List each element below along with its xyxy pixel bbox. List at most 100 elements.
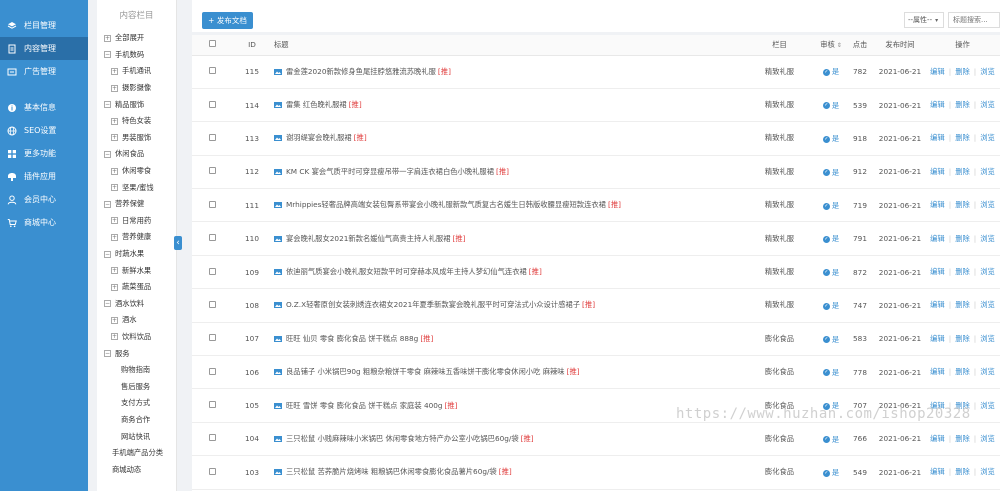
tree-item[interactable]: 手机端产品分类: [97, 445, 176, 462]
row-audit[interactable]: ✓ 是: [817, 255, 845, 290]
tree-item[interactable]: + 摄影摄像: [97, 80, 176, 97]
row-checkbox[interactable]: [192, 355, 232, 390]
collapse-icon[interactable]: −: [104, 250, 111, 258]
tree-item[interactable]: − 服务: [97, 345, 176, 362]
view-link[interactable]: 浏览: [980, 267, 995, 276]
nav-item-2[interactable]: 广告管理: [0, 60, 88, 83]
edit-link[interactable]: 编辑: [930, 434, 945, 443]
edit-link[interactable]: 编辑: [930, 467, 945, 476]
row-title-text[interactable]: 旺旺 雪饼 零食 膨化食品 饼干糕点 家庭装 400g: [286, 401, 443, 410]
delete-link[interactable]: 删除: [955, 167, 970, 176]
row-title[interactable]: 雷金莲2020新款修身鱼尾挂脖悠雅流苏晚礼服 [推]: [272, 55, 742, 89]
expand-icon[interactable]: +: [111, 233, 118, 241]
row-audit[interactable]: ✓ 是: [817, 221, 845, 256]
expand-icon[interactable]: +: [111, 283, 118, 291]
expand-icon[interactable]: +: [111, 316, 118, 324]
tree-item[interactable]: + 坚果/蜜饯: [97, 179, 176, 196]
tree-item[interactable]: − 手机数码: [97, 47, 176, 64]
row-title[interactable]: 三只松鼠 苦荞脆片烧烤味 粗粮锅巴休闲零食膨化食品薯片60g/袋 [推]: [272, 455, 742, 490]
row-title[interactable]: 依迪丽气质宴会小晚礼服女短款平时可穿赫本风成年主持人梦幻仙气连衣裙 [推]: [272, 255, 742, 290]
nav-item-5[interactable]: 更多功能: [0, 142, 88, 165]
view-link[interactable]: 浏览: [980, 401, 995, 410]
tree-item[interactable]: + 特色女装: [97, 113, 176, 130]
tree-item[interactable]: + 酒水: [97, 312, 176, 329]
view-link[interactable]: 浏览: [980, 300, 995, 309]
view-link[interactable]: 浏览: [980, 67, 995, 76]
row-checkbox[interactable]: [192, 88, 232, 123]
tree-item[interactable]: 支付方式: [97, 395, 176, 412]
row-title-text[interactable]: 三只松鼠 苦荞脆片烧烤味 粗粮锅巴休闲零食膨化食品薯片60g/袋: [286, 467, 497, 476]
row-title-text[interactable]: 良品铺子 小米锅巴90g 粗粮杂粮饼干零食 麻辣味五香味饼干膨化零食休闲小吃 麻…: [286, 367, 565, 376]
edit-link[interactable]: 编辑: [930, 67, 945, 76]
tree-item[interactable]: + 新鲜水果: [97, 262, 176, 279]
row-checkbox[interactable]: [192, 422, 232, 457]
expand-icon[interactable]: +: [111, 333, 118, 341]
tree-item[interactable]: − 营养保健: [97, 196, 176, 213]
edit-link[interactable]: 编辑: [930, 401, 945, 410]
row-title[interactable]: 谢羽缇宴会晚礼服裙 [推]: [272, 121, 742, 156]
tree-item[interactable]: 售后服务: [97, 378, 176, 395]
collapse-icon[interactable]: −: [104, 101, 111, 109]
header-audit[interactable]: 审核 ⇕: [817, 35, 845, 56]
expand-icon[interactable]: +: [104, 34, 111, 42]
tree-item[interactable]: + 手机通讯: [97, 63, 176, 80]
edit-link[interactable]: 编辑: [930, 234, 945, 243]
expand-icon[interactable]: +: [111, 217, 118, 225]
row-title[interactable]: 旺旺 雪饼 零食 膨化食品 饼干糕点 家庭装 400g [推]: [272, 388, 742, 423]
view-link[interactable]: 浏览: [980, 367, 995, 376]
view-link[interactable]: 浏览: [980, 100, 995, 109]
title-search-input[interactable]: [948, 12, 1000, 28]
row-title-text[interactable]: KM CK 宴会气质平时可穿显瘦吊带一字肩连衣裙白色小晚礼服裙: [286, 167, 494, 176]
row-title-text[interactable]: 三只松鼠 小贱麻辣味小米锅巴 休闲零食地方特产办公室小吃锅巴60g/袋: [286, 434, 519, 443]
expand-icon[interactable]: +: [111, 167, 118, 175]
row-audit[interactable]: ✓ 是: [817, 355, 845, 390]
delete-link[interactable]: 删除: [955, 267, 970, 276]
row-title[interactable]: Mrhippies轻奢品牌高端女装包臀系带宴会小晚礼服新款气质复古名媛生日韩版收…: [272, 188, 742, 223]
collapse-icon[interactable]: −: [104, 51, 111, 59]
collapse-icon[interactable]: −: [104, 150, 111, 158]
edit-link[interactable]: 编辑: [930, 100, 945, 109]
expand-icon[interactable]: +: [111, 84, 118, 92]
tree-item[interactable]: 商务合作: [97, 412, 176, 429]
row-audit[interactable]: ✓ 是: [817, 288, 845, 323]
row-title-text[interactable]: 依迪丽气质宴会小晚礼服女短款平时可穿赫本风成年主持人梦幻仙气连衣裙: [286, 267, 527, 276]
select-all-checkbox[interactable]: [192, 35, 232, 56]
row-audit[interactable]: ✓ 是: [817, 422, 845, 457]
nav-item-0[interactable]: 栏目管理: [0, 14, 88, 37]
row-title-text[interactable]: 雷集 红色晚礼服裙: [286, 100, 347, 109]
collapse-icon[interactable]: −: [104, 350, 111, 358]
row-title[interactable]: 三只松鼠 小贱麻辣味小米锅巴 休闲零食地方特产办公室小吃锅巴60g/袋 [推]: [272, 422, 742, 457]
tree-item[interactable]: − 时蔬水果: [97, 246, 176, 263]
tree-item[interactable]: − 酒水饮料: [97, 296, 176, 313]
post-document-button[interactable]: + 发布文档: [202, 12, 253, 29]
edit-link[interactable]: 编辑: [930, 367, 945, 376]
nav-item-3[interactable]: 基本信息: [0, 96, 88, 119]
delete-link[interactable]: 删除: [955, 200, 970, 209]
nav-item-8[interactable]: 商城中心: [0, 211, 88, 234]
row-title[interactable]: 旺旺 仙贝 零食 膨化食品 饼干糕点 888g [推]: [272, 322, 742, 357]
view-link[interactable]: 浏览: [980, 334, 995, 343]
delete-link[interactable]: 删除: [955, 133, 970, 142]
tree-item[interactable]: 购物指南: [97, 362, 176, 379]
edit-link[interactable]: 编辑: [930, 133, 945, 142]
nav-item-1[interactable]: 内容管理: [0, 37, 88, 60]
view-link[interactable]: 浏览: [980, 467, 995, 476]
attribute-select[interactable]: --属性-- ▾: [904, 12, 944, 28]
tree-item[interactable]: + 饮料饮品: [97, 329, 176, 346]
row-checkbox[interactable]: [192, 455, 232, 490]
delete-link[interactable]: 删除: [955, 67, 970, 76]
row-title[interactable]: KM CK 宴会气质平时可穿显瘦吊带一字肩连衣裙白色小晚礼服裙 [推]: [272, 155, 742, 190]
tree-item[interactable]: + 营养健康: [97, 229, 176, 246]
row-checkbox[interactable]: [192, 188, 232, 223]
row-audit[interactable]: ✓ 是: [817, 55, 845, 89]
tree-item[interactable]: 网站快讯: [97, 428, 176, 445]
row-checkbox[interactable]: [192, 155, 232, 190]
row-audit[interactable]: ✓ 是: [817, 322, 845, 357]
tree-item[interactable]: + 男装服饰: [97, 130, 176, 147]
row-checkbox[interactable]: [192, 322, 232, 357]
row-title-text[interactable]: 谢羽缇宴会晚礼服裙: [286, 133, 352, 142]
row-title-text[interactable]: 旺旺 仙贝 零食 膨化食品 饼干糕点 888g: [286, 334, 418, 343]
view-link[interactable]: 浏览: [980, 133, 995, 142]
tree-item[interactable]: − 精品服饰: [97, 96, 176, 113]
tree-item[interactable]: + 蔬菜蛋品: [97, 279, 176, 296]
